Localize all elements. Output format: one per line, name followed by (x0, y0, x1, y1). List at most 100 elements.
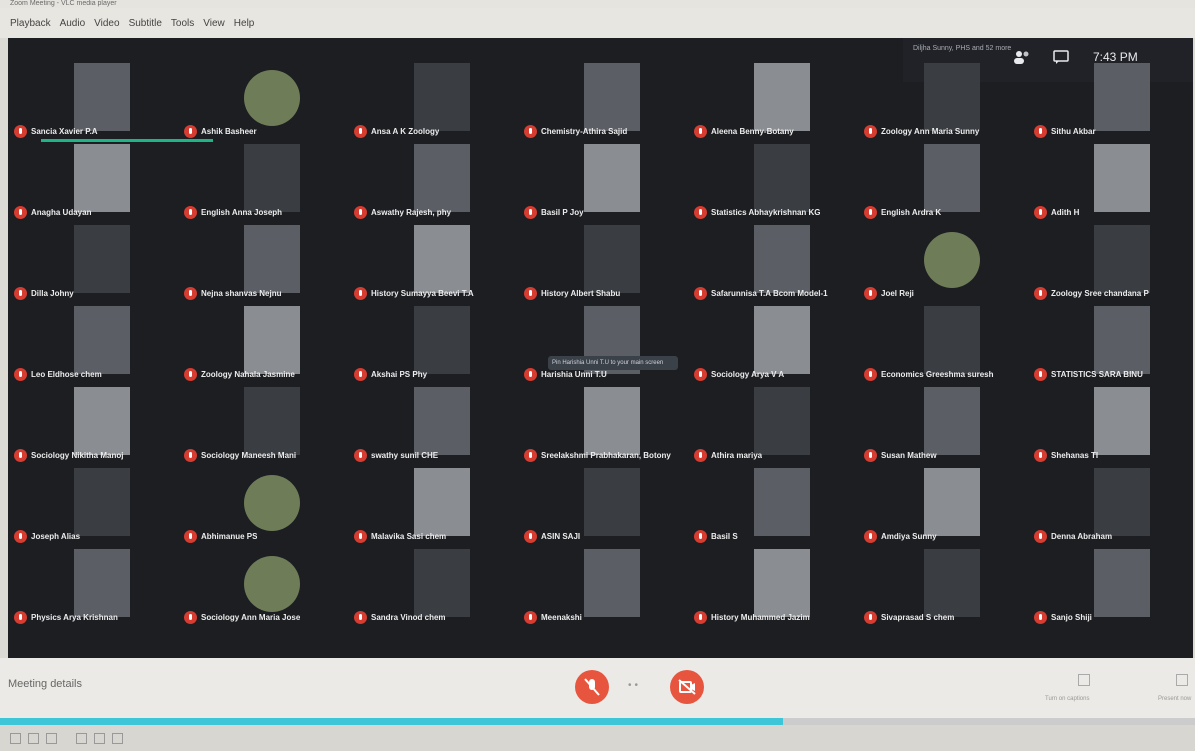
video-feed (1094, 144, 1150, 212)
menu-playback[interactable]: Playback (10, 18, 51, 29)
muted-mic-icon (864, 529, 877, 543)
nameplate: STATISTICS SARA BINU (1034, 367, 1193, 381)
video-feed (754, 225, 810, 293)
video-feed (1094, 225, 1150, 293)
muted-mic-icon (14, 610, 27, 624)
meeting-details-button[interactable]: Meeting details (8, 678, 82, 690)
participant-tile[interactable]: Harishia Unni T.U (522, 303, 690, 385)
menu-tools[interactable]: Tools (171, 18, 194, 29)
mic-off-icon (584, 678, 600, 696)
video-feed (584, 549, 640, 617)
participant-tile[interactable]: Sociology Maneesh Mani (182, 384, 350, 466)
participant-tile[interactable]: Aleena Benny-Botany (692, 60, 860, 142)
playback-progress[interactable] (0, 718, 1195, 725)
participant-tile[interactable]: Dilla Johny (12, 222, 180, 304)
participant-tile[interactable]: History Albert Shabu (522, 222, 690, 304)
participant-tile[interactable]: Sandra Vinod chem (352, 546, 520, 628)
loop-icon[interactable] (76, 733, 87, 744)
participant-tile[interactable]: Physics Arya Krishnan (12, 546, 180, 628)
nameplate: Sandra Vinod chem (354, 610, 518, 624)
more-dots[interactable]: •• (628, 680, 641, 691)
participant-tile[interactable]: History Sumayya Beevi T.A (352, 222, 520, 304)
participant-tile[interactable]: ASIN SAJI (522, 465, 690, 547)
muted-mic-icon (694, 286, 707, 300)
menu-help[interactable]: Help (234, 18, 255, 29)
participant-tile[interactable]: Zoology Nahala Jasmine (182, 303, 350, 385)
participant-tile[interactable]: Meenakshi (522, 546, 690, 628)
participant-tile[interactable]: Susan Mathew (862, 384, 1030, 466)
participant-tile[interactable]: Ansa A K Zoology (352, 60, 520, 142)
video-feed (754, 63, 810, 131)
fullscreen-icon[interactable] (28, 733, 39, 744)
participant-tile[interactable]: Joseph Alias (12, 465, 180, 547)
participant-tile[interactable]: Nejna shanvas Nejnu (182, 222, 350, 304)
participant-tile[interactable]: Safarunnisa T.A Bcom Model-1 (692, 222, 860, 304)
muted-mic-icon (1034, 367, 1047, 381)
participant-tile[interactable]: Basil S (692, 465, 860, 547)
participant-name: Denna Abraham (1051, 531, 1113, 541)
shuffle-icon[interactable] (94, 733, 105, 744)
participant-name: Joseph Alias (31, 531, 81, 541)
participant-tile[interactable]: Sanjo Shiji (1032, 546, 1193, 628)
participant-tile[interactable]: Leo Eldhose chem (12, 303, 180, 385)
participant-tile[interactable]: swathy sunil CHE (352, 384, 520, 466)
participant-tile[interactable]: Sociology Arya V A (692, 303, 860, 385)
menu-audio[interactable]: Audio (60, 18, 86, 29)
close-icon[interactable] (112, 733, 123, 744)
participant-tile[interactable]: Shehanas TI (1032, 384, 1193, 466)
participant-name: Zoology Nahala Jasmine (201, 369, 295, 379)
participant-tile[interactable]: Sithu Akbar (1032, 60, 1193, 142)
participant-tile[interactable]: Anagha Udayan (12, 141, 180, 223)
playlist-icon[interactable] (10, 733, 21, 744)
captions-icon[interactable] (1078, 674, 1090, 686)
window-title: Zoom Meeting - VLC media player (0, 0, 1195, 8)
nameplate: Sociology Arya V A (694, 367, 858, 381)
participant-tile[interactable]: Statistics Abhaykrishnan KG (692, 141, 860, 223)
participant-tile[interactable]: Denna Abraham (1032, 465, 1193, 547)
participant-name: Zoology Ann Maria Sunny (881, 126, 980, 136)
participant-tile[interactable]: Economics Greeshma suresh (862, 303, 1030, 385)
muted-mic-icon (14, 205, 27, 219)
participant-tile[interactable]: Akshai PS Phy (352, 303, 520, 385)
participant-tile[interactable]: Amdiya Sunny (862, 465, 1030, 547)
nameplate: Anagha Udayan (14, 205, 178, 219)
participant-tile[interactable]: Joel Reji (862, 222, 1030, 304)
nameplate: Abhimanue PS (184, 529, 348, 543)
participant-tile[interactable]: Sociology Ann Maria Jose (182, 546, 350, 628)
participant-tile[interactable]: Sancia Xavier P.A (12, 60, 180, 142)
video-feed (754, 306, 810, 374)
participant-tile[interactable]: Sociology Nikitha Manoj (12, 384, 180, 466)
participant-tile[interactable]: Adith H (1032, 141, 1193, 223)
participant-tile[interactable]: Athira mariya (692, 384, 860, 466)
menu-video[interactable]: Video (94, 18, 119, 29)
participant-tile[interactable]: Sivaprasad S chem (862, 546, 1030, 628)
muted-mic-icon (14, 124, 27, 138)
participant-tile[interactable]: Zoology Ann Maria Sunny (862, 60, 1030, 142)
camera-off-button[interactable] (670, 670, 704, 704)
extended-settings-icon[interactable] (46, 733, 57, 744)
participant-tile[interactable]: Basil P Joy (522, 141, 690, 223)
participant-tile[interactable]: Ashik Basheer (182, 60, 350, 142)
muted-mic-icon (354, 286, 367, 300)
participant-tile[interactable]: Aswathy Rajesh, phy (352, 141, 520, 223)
participant-tile[interactable]: Malavika Sasi chem (352, 465, 520, 547)
participant-tile[interactable]: Sreelakshmi Prabhakaran, Botony (522, 384, 690, 466)
participant-tile[interactable]: STATISTICS SARA BINU (1032, 303, 1193, 385)
participant-name: History Albert Shabu (541, 288, 621, 298)
video-feed (414, 306, 470, 374)
participant-tile[interactable]: English Ardra K (862, 141, 1030, 223)
participant-tile[interactable]: Chemistry-Athira Sajid (522, 60, 690, 142)
menu-subtitle[interactable]: Subtitle (129, 18, 162, 29)
participant-tile[interactable]: History Muhammed Jazim (692, 546, 860, 628)
muted-mic-icon (184, 529, 197, 543)
participant-tile[interactable]: English Anna Joseph (182, 141, 350, 223)
present-icon[interactable] (1176, 674, 1188, 686)
nameplate: Susan Mathew (864, 448, 1028, 462)
participant-name: Sivaprasad S chem (881, 612, 955, 622)
participant-tile[interactable]: Zoology Sree chandana P (1032, 222, 1193, 304)
participant-tile[interactable]: Abhimanue PS (182, 465, 350, 547)
video-feed (754, 144, 810, 212)
nameplate: Basil P Joy (524, 205, 688, 219)
mic-off-button[interactable] (575, 670, 609, 704)
menu-view[interactable]: View (203, 18, 225, 29)
